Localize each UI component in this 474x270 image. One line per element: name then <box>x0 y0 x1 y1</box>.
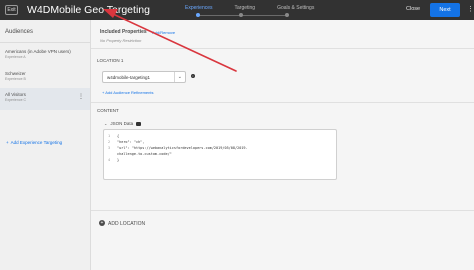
location-label: LOCATION 1 <box>97 58 124 63</box>
sidebar-divider <box>0 42 90 43</box>
offer-options-icon[interactable] <box>136 121 142 126</box>
json-data-header[interactable]: ⌄ JSON Data <box>104 121 142 126</box>
line-number: 1 <box>108 134 111 138</box>
audience-item[interactable]: Schweizer Experience B <box>0 67 90 89</box>
audience-experience: Experience A <box>5 55 26 59</box>
top-bar: Exit W4DMobile Geo Targeting Experiences… <box>0 0 474 20</box>
activity-title[interactable]: W4DMobile Geo Targeting <box>27 4 150 16</box>
line-number: 2 <box>108 140 111 144</box>
add-circle-icon[interactable]: + <box>99 220 105 226</box>
location-select[interactable]: w4dmobile-targeting1 ⌄ <box>102 71 186 83</box>
kebab-menu-icon[interactable]: ⋮ <box>78 93 84 100</box>
audiences-title: Audiences <box>5 29 34 35</box>
audience-item[interactable]: Americans (in Adobe VPN users) Experienc… <box>0 45 90 67</box>
line-number: 3 <box>108 146 111 150</box>
audience-item-selected[interactable]: All Visitors Experience C ⋮ <box>0 88 90 110</box>
add-remove-link[interactable]: Add/Remove <box>152 30 175 35</box>
audience-experience: Experience C <box>5 98 27 102</box>
audience-name: Americans (in Adobe VPN users) <box>5 49 71 54</box>
add-experience-label: Add Experience Targeting <box>10 140 63 145</box>
json-data-label: JSON Data <box>110 121 134 126</box>
audiences-sidebar: Audiences Americans (in Adobe VPN users)… <box>0 20 91 270</box>
divider <box>91 102 474 103</box>
no-restriction-text: No Property Restriction <box>100 38 142 43</box>
line-number: 4 <box>108 158 111 162</box>
add-experience-targeting-link[interactable]: + Add Experience Targeting <box>6 140 62 145</box>
select-separator <box>174 72 175 82</box>
info-icon[interactable]: i <box>191 74 195 78</box>
close-button[interactable]: Close <box>406 6 420 12</box>
main-panel: Included Properties Add/Remove No Proper… <box>91 20 474 270</box>
audience-experience: Experience B <box>5 77 26 81</box>
code-line: challenge-to-custom-code/" <box>117 152 172 156</box>
step-dot-goals <box>285 13 289 17</box>
workflow-steps: Experiences Targeting Goals & Settings <box>185 5 314 20</box>
divider <box>91 210 474 211</box>
included-properties-label: Included Properties <box>100 29 147 35</box>
more-vertical-icon[interactable]: ⋮ <box>467 5 474 13</box>
collapse-arrow-icon[interactable]: ⌄ <box>104 121 107 126</box>
step-goals-settings[interactable]: Goals & Settings <box>277 5 314 20</box>
next-button[interactable]: Next <box>430 3 460 17</box>
audience-name: All Visitors <box>5 92 26 97</box>
add-refinements-label: Add Audience Refinements <box>105 90 154 95</box>
add-audience-refinements-link[interactable]: + Add Audience Refinements <box>102 90 154 95</box>
code-line: { <box>117 134 120 138</box>
add-location-button[interactable]: ADD LOCATION <box>108 221 145 227</box>
code-line: } <box>117 158 120 162</box>
step-targeting[interactable]: Targeting <box>235 5 256 20</box>
plus-icon: + <box>6 140 9 145</box>
exit-button[interactable]: Exit <box>5 5 18 15</box>
audience-name: Schweizer <box>5 71 26 76</box>
code-line: "url": "https://webanalyticsfordeveloper… <box>117 146 248 150</box>
code-line: "hero": "ch", <box>117 140 145 144</box>
location-select-value: w4dmobile-targeting1 <box>107 75 151 80</box>
step-dot-experiences <box>196 13 200 17</box>
content-label: CONTENT <box>97 108 119 113</box>
json-code-editor[interactable]: 1 { 2 "hero": "ch", 3 "url": "https://we… <box>103 129 337 180</box>
chevron-down-icon: ⌄ <box>177 74 182 80</box>
step-dot-targeting <box>239 13 243 17</box>
divider <box>91 48 474 49</box>
